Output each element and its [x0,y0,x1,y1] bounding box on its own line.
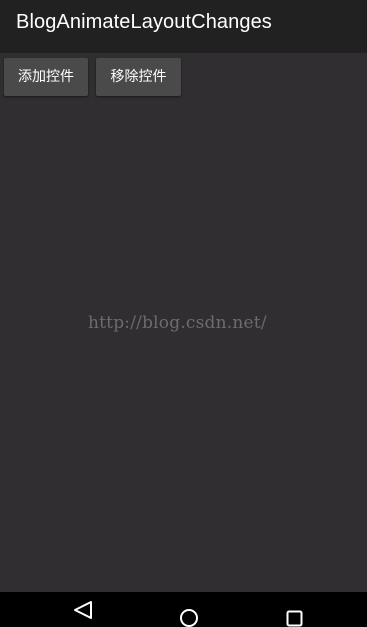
app-bar: BlogAnimateLayoutChanges [0,0,367,53]
app-title: BlogAnimateLayoutChanges [16,11,272,33]
main-content: 添加控件 移除控件 http://blog.csdn.net/ [0,53,367,592]
home-button[interactable] [159,592,219,627]
recent-apps-button[interactable] [264,592,324,627]
back-triangle-icon [74,601,92,619]
add-widget-button[interactable]: 添加控件 [4,58,88,96]
home-circle-icon [180,609,198,627]
recent-apps-square-icon [286,610,303,627]
navigation-bar [0,592,367,627]
back-button[interactable] [53,592,113,627]
remove-widget-button[interactable]: 移除控件 [96,58,181,96]
watermark-text: http://blog.csdn.net/ [88,313,267,333]
